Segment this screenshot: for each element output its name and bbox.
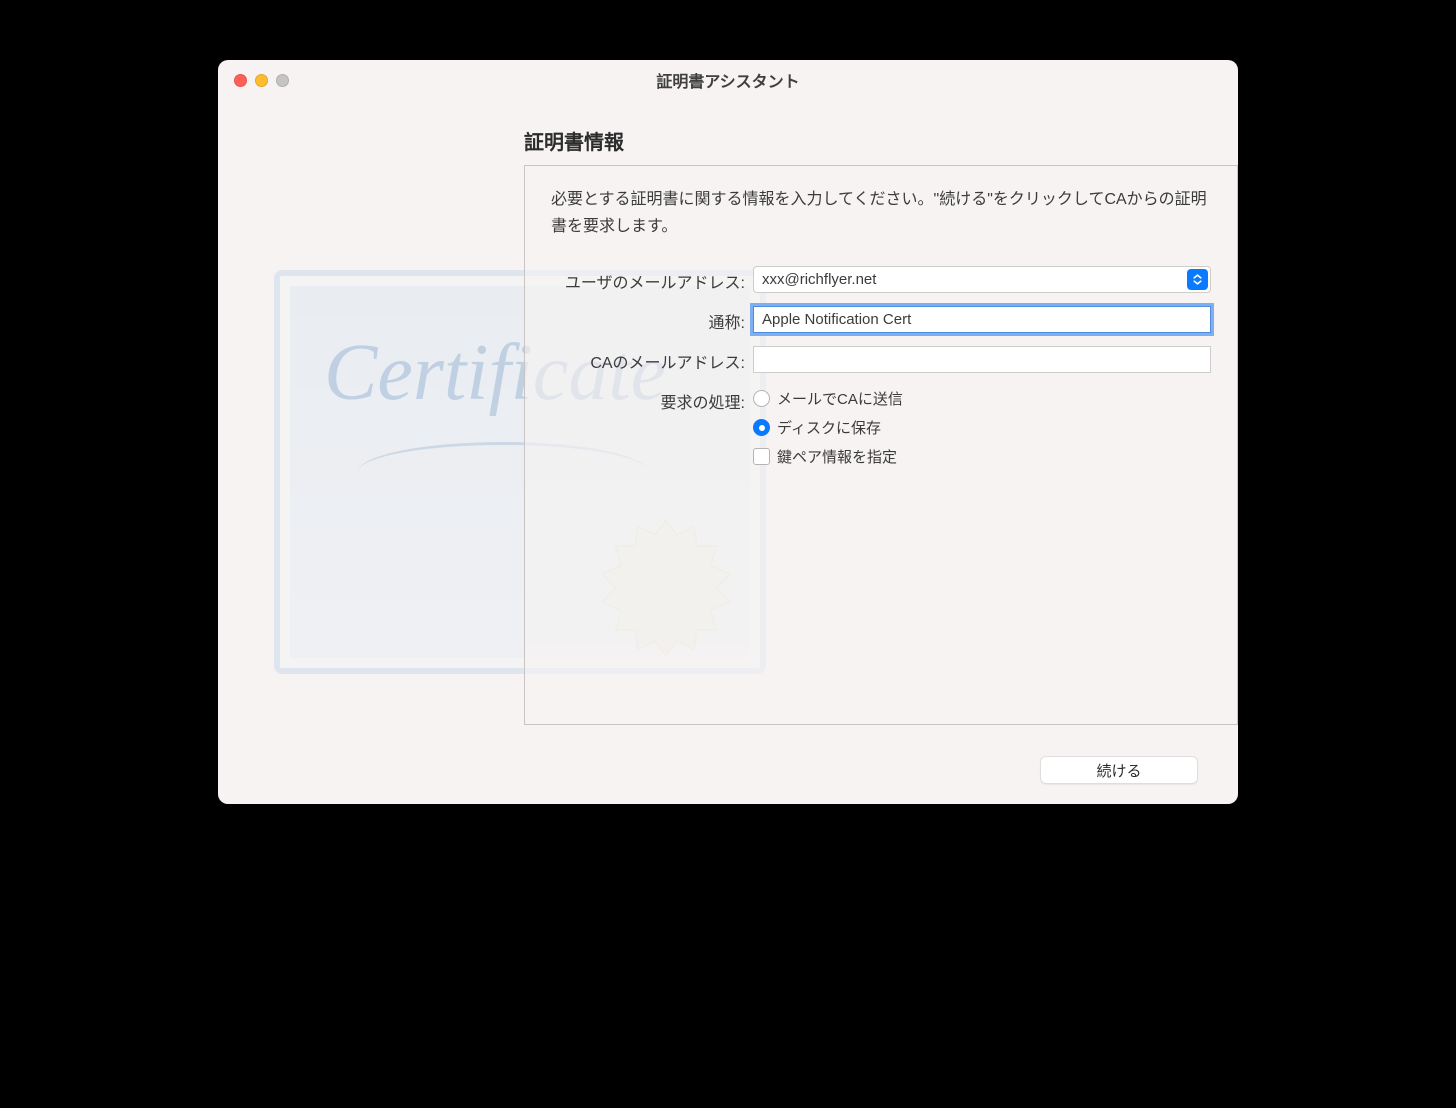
row-request-handling: 要求の処理: メールでCAに送信 ディスクに保存 鍵ペア情報を指定 [551,386,1211,467]
checkbox-icon [753,448,770,465]
form-panel: 必要とする証明書に関する情報を入力してください。"続ける"をクリックしてCAから… [524,165,1238,725]
radio-email-to-ca[interactable]: メールでCAに送信 [753,388,1211,409]
radio-label: メールでCAに送信 [777,388,903,409]
content-area: 証明書情報 Certificate 必要とする証明書に関する情報を入力してくださ… [218,100,1238,804]
section-heading: 証明書情報 [524,126,1198,155]
user-email-dropdown-button[interactable] [1187,269,1208,290]
common-name-input[interactable] [753,306,1211,333]
row-user-email: ユーザのメールアドレス: [551,266,1211,293]
user-email-combo[interactable] [753,266,1211,293]
minimize-icon[interactable] [255,74,268,87]
chevron-updown-icon [1192,274,1203,285]
user-email-input[interactable] [753,266,1211,293]
close-icon[interactable] [234,74,247,87]
radio-icon [753,390,770,407]
footer: 続ける [1040,756,1198,784]
label-common-name: 通称: [551,306,753,333]
row-common-name: 通称: [551,306,1211,333]
checkbox-label: 鍵ペア情報を指定 [777,446,897,467]
continue-button[interactable]: 続ける [1040,756,1198,784]
request-handling-group: メールでCAに送信 ディスクに保存 鍵ペア情報を指定 [753,386,1211,467]
radio-icon [753,419,770,436]
window-title: 証明書アシスタント [218,68,1238,92]
row-ca-email: CAのメールアドレス: [551,346,1211,373]
radio-save-to-disk[interactable]: ディスクに保存 [753,417,1211,438]
certificate-assistant-window: 証明書アシスタント 証明書情報 Certificate 必要とする証明書に関する… [218,60,1238,804]
label-ca-email: CAのメールアドレス: [551,346,753,373]
ca-email-input[interactable] [753,346,1211,373]
instructions-text: 必要とする証明書に関する情報を入力してください。"続ける"をクリックしてCAから… [551,186,1211,240]
checkbox-keypair[interactable]: 鍵ペア情報を指定 [753,446,1211,467]
traffic-lights [218,74,289,87]
label-request-handling: 要求の処理: [551,386,753,413]
radio-label: ディスクに保存 [777,417,881,438]
label-user-email: ユーザのメールアドレス: [551,266,753,293]
zoom-icon [276,74,289,87]
titlebar: 証明書アシスタント [218,60,1238,100]
